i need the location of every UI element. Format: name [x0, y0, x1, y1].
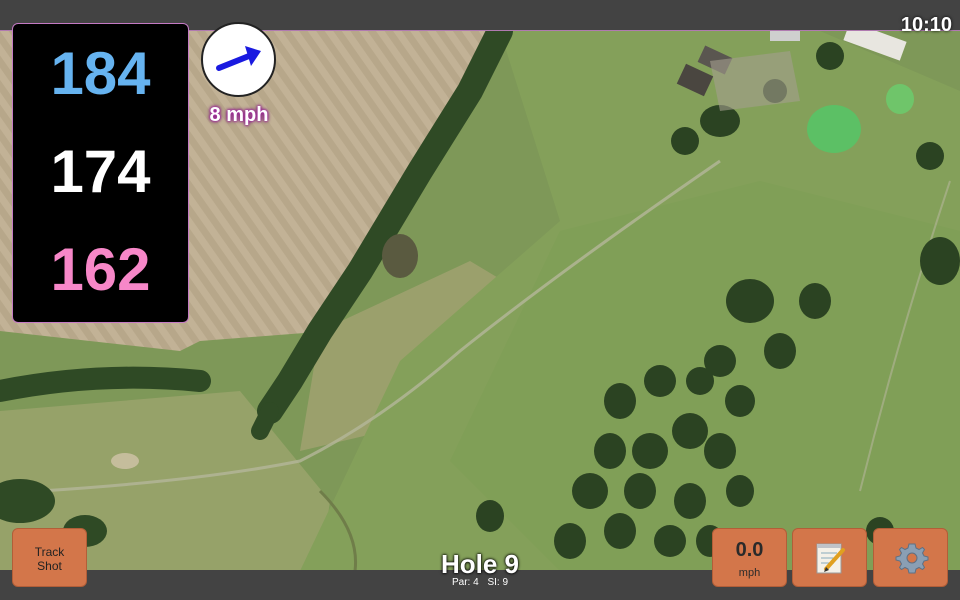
wind-direction-dial	[201, 22, 276, 97]
distance-back: 184	[50, 40, 151, 107]
hole-info: Par: 4 SI: 9	[400, 577, 560, 588]
golf-gps-screen: 10:10 184 174 162 8 mph Track Shot Hole …	[0, 0, 960, 600]
track-shot-label-line1: Track	[34, 545, 65, 559]
distance-front: 162	[50, 236, 151, 303]
distance-panel[interactable]: 184 174 162	[12, 23, 189, 323]
hole-par: Par: 4	[451, 577, 479, 588]
distance-middle: 174	[50, 138, 151, 205]
hole-stroke-index: SI: 9	[487, 577, 509, 588]
wind-speed-label: 8 mph	[209, 104, 269, 126]
notes-button[interactable]	[792, 528, 867, 587]
gear-icon	[895, 543, 929, 574]
speed-button[interactable]: 0.0 mph	[712, 528, 787, 587]
speed-unit: mph	[738, 567, 761, 579]
speed-value: 0.0	[735, 539, 764, 561]
track-shot-label-line2: Shot	[37, 559, 62, 573]
settings-button[interactable]	[873, 528, 948, 587]
arrow-icon	[216, 46, 261, 71]
hole-title: Hole 9	[440, 549, 520, 579]
track-shot-button[interactable]: Track Shot	[12, 528, 87, 587]
status-clock: 10:10	[900, 14, 952, 36]
notepad-icon	[816, 543, 845, 574]
